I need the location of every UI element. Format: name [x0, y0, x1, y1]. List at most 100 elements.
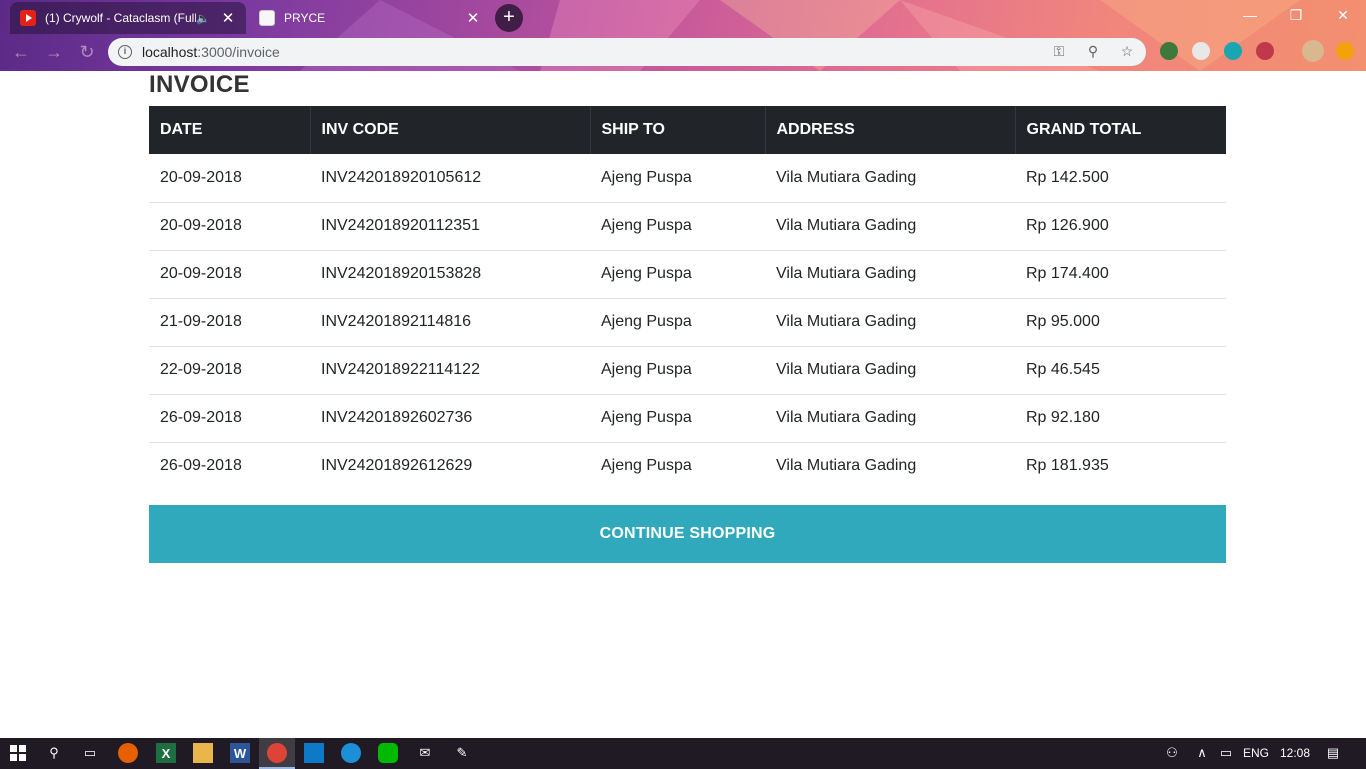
- table-header-row: DATE INV CODE SHIP TO ADDRESS GRAND TOTA…: [149, 106, 1226, 154]
- table-cell: Rp 174.400: [1015, 249, 1226, 298]
- tab-pryce[interactable]: PRYCE ✕: [249, 2, 491, 34]
- browser-chrome: (1) Crywolf - Cataclasm (Full 🔈 ✕ PRYCE …: [0, 0, 1366, 71]
- new-tab-button[interactable]: +: [495, 4, 523, 32]
- table-cell: 21-09-2018: [149, 297, 310, 346]
- table-cell: Ajeng Puspa: [590, 201, 765, 250]
- invoice-table: DATE INV CODE SHIP TO ADDRESS GRAND TOTA…: [149, 106, 1226, 490]
- table-cell: Vila Mutiara Gading: [776, 168, 917, 186]
- browser-toolbar: ← → ↻ i localhost:3000/invoice ⚿ ⚲ ☆: [0, 34, 1366, 70]
- table-cell: Rp 92.180: [1015, 393, 1226, 442]
- column-header: INV CODE: [310, 106, 591, 154]
- table-cell: Ajeng Puspa: [590, 249, 765, 298]
- profile-avatar[interactable]: [1302, 40, 1324, 62]
- language-indicator[interactable]: ENG: [1243, 738, 1269, 769]
- info-icon[interactable]: i: [118, 45, 132, 59]
- reload-icon[interactable]: ↻: [76, 42, 98, 64]
- address-bar[interactable]: i localhost:3000/invoice: [108, 38, 1146, 66]
- table-cell: Vila Mutiara Gading: [765, 345, 1015, 394]
- table-cell: 20-09-2018: [149, 201, 310, 250]
- column-header: ADDRESS: [765, 106, 1016, 154]
- excel-icon[interactable]: X: [156, 743, 176, 763]
- table-cell: Vila Mutiara Gading: [765, 249, 1015, 298]
- back-arrow-icon[interactable]: ←: [10, 42, 32, 64]
- restore-button[interactable]: ❐: [1273, 0, 1319, 30]
- table-cell: Ajeng Puspa: [590, 393, 765, 442]
- line-icon[interactable]: [378, 743, 398, 763]
- continue-shopping-button[interactable]: CONTINUE SHOPPING: [149, 505, 1226, 563]
- word-icon[interactable]: W: [230, 743, 250, 763]
- tab-close-icon[interactable]: ✕: [220, 9, 236, 27]
- chrome-icon[interactable]: [267, 743, 287, 763]
- table-cell: Vila Mutiara Gading: [765, 201, 1015, 250]
- close-window-button[interactable]: ✕: [1320, 0, 1366, 30]
- pryce-favicon-icon: [259, 10, 275, 26]
- minimize-button[interactable]: —: [1227, 0, 1273, 30]
- table-cell: INV242018922114122: [310, 345, 590, 394]
- table-cell: Ajeng Puspa: [590, 441, 765, 490]
- clock[interactable]: 12:08: [1280, 738, 1310, 769]
- table-cell: Ajeng Puspa: [590, 297, 765, 346]
- table-cell: Vila Mutiara Gading: [765, 393, 1015, 442]
- tab-strip: (1) Crywolf - Cataclasm (Full 🔈 ✕ PRYCE …: [0, 0, 1366, 34]
- tab-youtube[interactable]: (1) Crywolf - Cataclasm (Full 🔈 ✕: [10, 2, 246, 34]
- mail-icon[interactable]: ✉: [415, 743, 435, 763]
- extension-globe-icon[interactable]: [1160, 42, 1178, 60]
- tab-title: (1) Crywolf - Cataclasm (Full: [45, 11, 197, 25]
- speaker-icon[interactable]: 🔈: [196, 12, 210, 25]
- table-row: 20-09-2018 INV242018920112351 Ajeng Pusp…: [149, 201, 1226, 250]
- youtube-icon: [20, 10, 36, 26]
- table-cell: Vila Mutiara Gading: [765, 441, 1015, 490]
- column-header: GRAND TOTAL: [1015, 106, 1226, 154]
- table-cell: Ajeng Puspa: [590, 345, 765, 394]
- forward-arrow-icon[interactable]: →: [43, 42, 65, 64]
- table-cell: Rp 46.545: [1015, 345, 1226, 394]
- table-row: 26-09-2018 INV24201892612629 Ajeng Puspa…: [149, 441, 1226, 490]
- table-cell: 26-09-2018: [149, 441, 310, 490]
- table-cell: INV242018920153828: [310, 249, 590, 298]
- table-cell: 20-09-2018: [160, 168, 242, 186]
- extension-puzzle-icon[interactable]: [1256, 42, 1274, 60]
- vscode-icon[interactable]: [304, 743, 324, 763]
- page-title: INVOICE: [149, 71, 250, 98]
- tray-chevron-up-icon[interactable]: ∧: [1192, 743, 1212, 763]
- taskbar: ⚲ ▭ X W ✉ ✎ ⚇ ∧ ▭ ENG 12:08 ▤: [0, 738, 1366, 769]
- table-cell: Vila Mutiara Gading: [765, 297, 1015, 346]
- extension-m-icon[interactable]: [1224, 42, 1242, 60]
- table-cell: Rp 181.935: [1015, 441, 1226, 490]
- table-cell: Rp 126.900: [1015, 201, 1226, 250]
- bookmark-star-icon[interactable]: ☆: [1118, 42, 1136, 60]
- file-explorer-icon[interactable]: [193, 743, 213, 763]
- table-row: 20-09-2018 INV242018920105612 Ajeng Pusp…: [149, 154, 1226, 202]
- extension-chat-icon[interactable]: [1192, 42, 1210, 60]
- table-cell: Rp 95.000: [1015, 297, 1226, 346]
- windows-start-icon[interactable]: [8, 743, 28, 763]
- tab-close-icon[interactable]: ✕: [465, 9, 481, 27]
- table-cell: INV24201892114816: [310, 297, 590, 346]
- table-cell: Rp 142.500: [1026, 168, 1109, 186]
- zoom-icon[interactable]: ⚲: [1084, 42, 1102, 60]
- paint-icon[interactable]: ✎: [452, 743, 472, 763]
- table-row: 26-09-2018 INV24201892602736 Ajeng Puspa…: [149, 393, 1226, 442]
- table-cell: INV24201892612629: [310, 441, 590, 490]
- key-icon[interactable]: ⚿: [1050, 42, 1068, 60]
- notification-icon[interactable]: ▤: [1323, 743, 1343, 763]
- battery-icon[interactable]: ▭: [1216, 743, 1236, 763]
- table-cell: INV242018920105612: [321, 168, 482, 186]
- url-path: :3000/invoice: [197, 44, 280, 60]
- page-content: INVOICE DATE INV CODE SHIP TO ADDRESS GR…: [0, 71, 1366, 738]
- table-row: 20-09-2018 INV242018920153828 Ajeng Pusp…: [149, 249, 1226, 298]
- search-icon[interactable]: ⚲: [44, 743, 64, 763]
- alert-icon[interactable]: [1336, 42, 1354, 60]
- url-host: localhost: [142, 44, 198, 60]
- table-cell: 22-09-2018: [149, 345, 310, 394]
- teamviewer-icon[interactable]: [341, 743, 361, 763]
- table-cell: INV24201892602736: [310, 393, 590, 442]
- people-icon[interactable]: ⚇: [1162, 743, 1182, 763]
- table-cell: 20-09-2018: [149, 249, 310, 298]
- tab-title: PRYCE: [284, 11, 326, 25]
- table-row: 22-09-2018 INV242018922114122 Ajeng Pusp…: [149, 345, 1226, 394]
- table-cell: 26-09-2018: [149, 393, 310, 442]
- firefox-icon[interactable]: [118, 743, 138, 763]
- table-cell: INV242018920112351: [310, 201, 590, 250]
- task-view-icon[interactable]: ▭: [80, 743, 100, 763]
